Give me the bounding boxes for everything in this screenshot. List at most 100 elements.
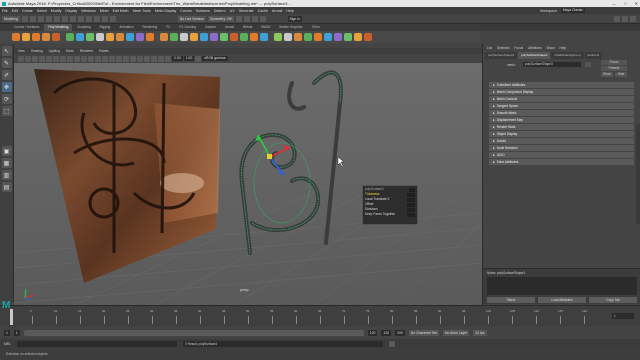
scale-field[interactable]: 1.00 <box>183 56 195 61</box>
shelf-tool-icon[interactable] <box>32 33 40 41</box>
focus-node-icon[interactable] <box>585 62 591 67</box>
select-component-icon[interactable] <box>77 15 84 22</box>
range-end-field[interactable]: 120 <box>367 330 378 336</box>
lasso-tool-icon[interactable]: ✎ <box>1 58 12 68</box>
in-view-editor-row[interactable]: Keep Faces Together <box>365 212 415 217</box>
panel-menu-lighting[interactable]: Lighting <box>49 49 60 53</box>
attr-tab[interactable]: lambert1 <box>584 52 603 59</box>
shelf-tool-icon[interactable] <box>294 33 302 41</box>
shelf-tool-icon[interactable] <box>160 33 168 41</box>
shelf-tool-icon[interactable] <box>344 33 352 41</box>
layout-two-icon[interactable]: ▥ <box>1 170 12 180</box>
menu-curves[interactable]: Curves <box>180 9 191 13</box>
side-tab-strip[interactable] <box>636 124 640 224</box>
range-bar[interactable] <box>23 330 364 336</box>
close-button[interactable]: ✕ <box>635 0 638 7</box>
shelf-tab-xgen[interactable]: XGen <box>308 24 324 31</box>
character-set-dropdown[interactable]: No Character Set <box>408 330 439 336</box>
attr-menu-help[interactable]: Help <box>560 46 567 50</box>
shelf-tab-animation[interactable]: Animation <box>115 24 137 31</box>
shelf-tool-icon[interactable] <box>22 33 30 41</box>
shelf-tool-icon[interactable] <box>146 33 154 41</box>
in-view-editor-value-field[interactable] <box>407 192 415 197</box>
shelf-tab-poly-modeling[interactable]: Poly Modeling <box>44 24 73 31</box>
shelf-tool-icon[interactable] <box>230 33 238 41</box>
shelf-tab-rendering[interactable]: Rendering <box>139 24 162 31</box>
camera-field[interactable]: 0.00 <box>172 56 183 61</box>
select-tool-icon[interactable]: ↖ <box>1 46 12 56</box>
attr-section-extra-attributes[interactable]: Extra Attributes <box>489 159 634 165</box>
shelf-tool-icon[interactable] <box>52 33 60 41</box>
shelf-tool-icon[interactable] <box>66 33 74 41</box>
attr-section-displacement-map[interactable]: Displacement Map <box>489 117 634 123</box>
current-time-indicator[interactable] <box>10 309 13 325</box>
select-hierarchy-icon[interactable] <box>61 15 68 22</box>
save-scene-icon[interactable] <box>37 15 44 22</box>
attr-section-uuid[interactable]: UUID <box>489 152 634 158</box>
snap-point-icon[interactable] <box>101 15 108 22</box>
shelf-tab-arnold[interactable]: Arnold <box>221 24 238 31</box>
shelf-tool-icon[interactable] <box>220 33 228 41</box>
attr-tab[interactable]: initialShadingGroup <box>551 52 584 59</box>
move-manipulator[interactable] <box>255 134 291 176</box>
playback-start-field[interactable]: 1 <box>13 330 20 336</box>
shelf-tool-icon[interactable] <box>106 33 114 41</box>
shelf-tool-icon[interactable] <box>334 33 342 41</box>
playback-end-field[interactable]: 120 <box>381 330 392 336</box>
panel-menu-show[interactable]: Show <box>66 49 74 53</box>
shelf-tool-icon[interactable] <box>42 33 50 41</box>
image-plane-icon[interactable] <box>39 55 45 62</box>
shelf-tab-motion-graphics[interactable]: Motion Graphics <box>275 24 306 31</box>
shelf-tool-icon[interactable] <box>96 33 104 41</box>
attr-section-node-behavior[interactable]: Node Behavior <box>489 145 634 151</box>
shelf-tab-fx-caching[interactable]: FX Caching <box>175 24 200 31</box>
snap-curve-icon[interactable] <box>93 15 100 22</box>
attr-menu-show[interactable]: Show <box>547 46 555 50</box>
toggle-modeling-toolkit-icon[interactable] <box>614 15 620 22</box>
perspective-viewport[interactable]: persp <box>14 63 482 305</box>
attr-section-render-stats[interactable]: Render Stats <box>489 124 634 130</box>
attr-tab[interactable]: polySurfaceShape3 <box>518 52 551 59</box>
script-editor-icon[interactable] <box>388 340 395 347</box>
attr-section-smooth-mesh[interactable]: Smooth Mesh <box>489 110 634 116</box>
attr-section-mesh-component-display[interactable]: Mesh Component Display <box>489 89 634 95</box>
menu-display[interactable]: Display <box>65 9 77 13</box>
textured-icon[interactable] <box>109 55 115 62</box>
current-frame-field[interactable]: 1 <box>612 313 634 319</box>
shelf-tab-bifrost[interactable]: Bifrost <box>239 24 256 31</box>
xray-icon[interactable] <box>158 55 164 62</box>
grid-toggle-icon[interactable] <box>46 55 52 62</box>
use-all-lights-icon[interactable] <box>116 55 122 62</box>
menu-help[interactable]: Help <box>286 9 293 13</box>
paint-select-icon[interactable]: ✐ <box>1 70 12 80</box>
isolate-select-icon[interactable] <box>151 55 157 62</box>
attr-section-mesh-controls[interactable]: Mesh Controls <box>489 96 634 102</box>
attr-menu-list[interactable]: List <box>487 46 492 50</box>
shelf-tool-icon[interactable] <box>12 33 20 41</box>
undo-icon[interactable] <box>45 15 52 22</box>
view-transform-dropdown[interactable]: sRGB gamma <box>202 56 228 61</box>
film-gate-icon[interactable] <box>53 55 59 62</box>
wireframe-on-shaded-icon[interactable] <box>102 55 108 62</box>
shelf-tab-curves-surfaces[interactable]: Curves / Surfaces <box>10 24 43 31</box>
menu-mesh[interactable]: Mesh <box>100 9 109 13</box>
time-slider[interactable]: 5 10 15 20 25 30 35 40 45 50 55 60 65 70 75 80 85 90 95 100… <box>0 305 640 327</box>
snap-surface-icon[interactable] <box>109 15 116 22</box>
sign-in-button[interactable]: Sign In <box>287 15 303 22</box>
menu-deform[interactable]: Deform <box>214 9 226 13</box>
layout-four-icon[interactable]: ▦ <box>1 158 12 168</box>
menu-set-dropdown[interactable]: Modeling <box>2 15 20 22</box>
shelf-tab-custom[interactable]: Custom <box>201 24 220 31</box>
command-input[interactable] <box>16 340 177 347</box>
in-view-editor-value-field[interactable] <box>407 202 415 207</box>
attr-tab[interactable]: polySurfaceShape3 <box>485 52 518 59</box>
fps-dropdown[interactable]: 24 fps <box>473 330 487 336</box>
field-chart-icon[interactable] <box>74 55 80 62</box>
notes-textarea[interactable] <box>487 277 637 295</box>
shelf-tool-icon[interactable] <box>126 33 134 41</box>
shelf-tool-icon[interactable] <box>180 33 188 41</box>
shelf-tool-icon[interactable] <box>304 33 312 41</box>
attr-section-object-display[interactable]: Object Display <box>489 131 634 137</box>
hide-button[interactable]: Hide <box>615 72 627 77</box>
menu-edit[interactable]: Edit <box>12 9 18 13</box>
